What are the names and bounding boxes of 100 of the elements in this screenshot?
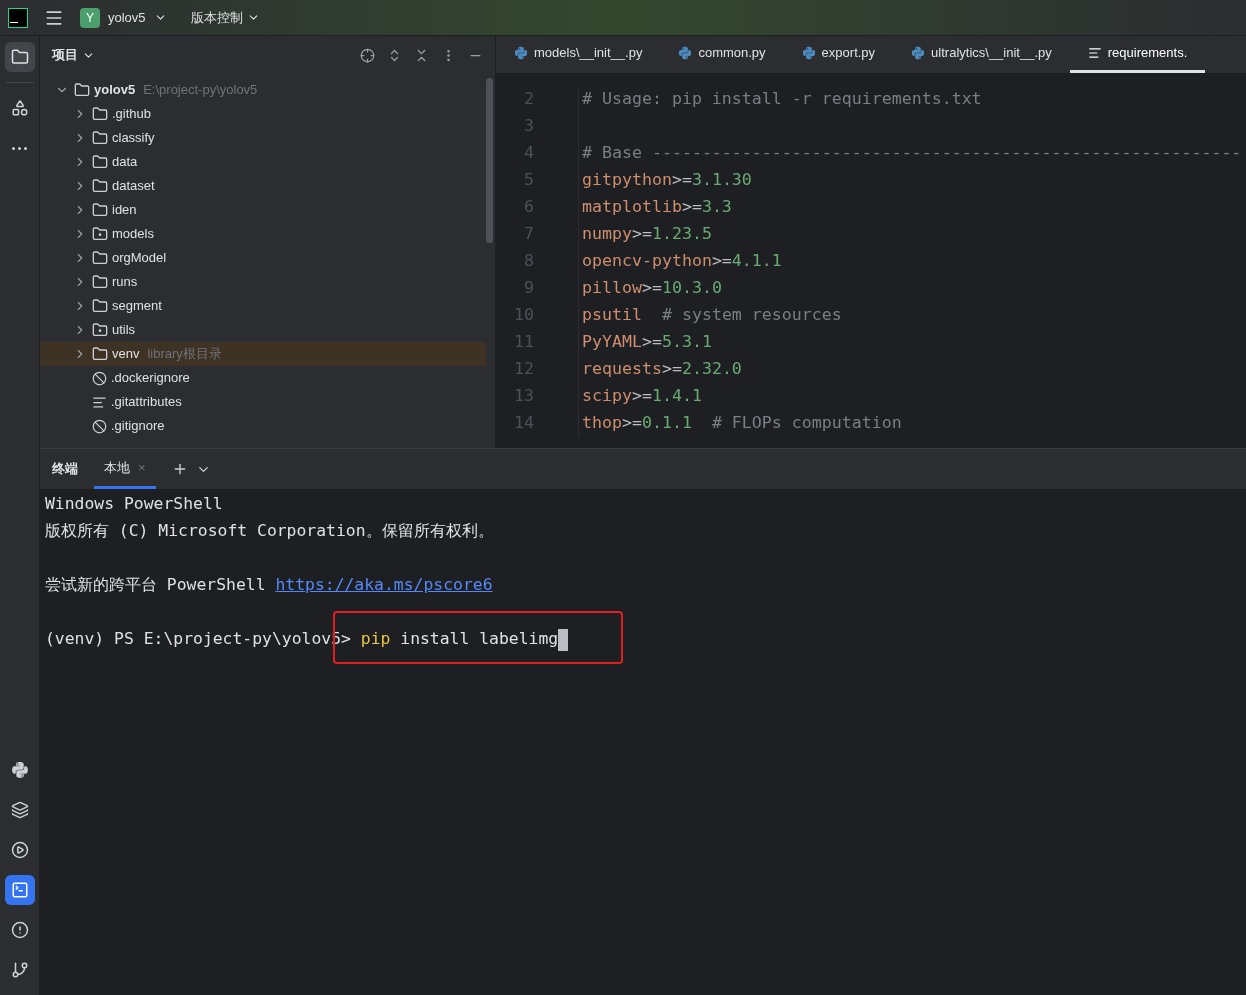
code-text: >= — [711, 251, 732, 271]
editor-tab[interactable]: ultralytics\__init__.py — [893, 36, 1070, 73]
more-icon — [12, 146, 27, 150]
editor-tab[interactable]: export.py — [783, 36, 894, 73]
file-name: runs — [112, 273, 138, 292]
ignore-file-icon — [92, 418, 107, 434]
folder-icon — [92, 250, 108, 266]
tree-row[interactable]: segment — [40, 294, 486, 318]
code-text: 10.3.0 — [661, 278, 722, 298]
text-file-icon — [1087, 46, 1102, 60]
file-name: yolov5 — [94, 81, 136, 100]
folder-icon — [92, 178, 108, 194]
code-text: pillow — [582, 278, 642, 298]
terminal-tab[interactable]: 本地 × — [94, 449, 156, 489]
code-text: opencv-python — [582, 251, 712, 271]
code-text: >= — [681, 197, 702, 217]
code-text: requests — [582, 359, 662, 379]
project-badge: Y — [80, 7, 100, 28]
path-hint: library根目录 — [147, 345, 222, 364]
file-name: models — [112, 225, 154, 244]
code-text: >= — [631, 386, 652, 406]
project-view-selector[interactable]: 项目 — [52, 45, 95, 65]
link[interactable]: https://aka.ms/pscore6 — [275, 573, 493, 598]
code-text: 3.3 — [701, 197, 732, 217]
terminal-text: pip — [360, 628, 391, 651]
tree-row[interactable]: iden — [40, 198, 486, 222]
terminal-text: install labelimg — [399, 628, 559, 651]
tool-window-button[interactable] — [4, 42, 35, 72]
terminal-text: Windows PowerShell — [45, 493, 223, 516]
code-text: # Usage: pip install -r requirements.txt — [582, 89, 982, 109]
code-text: numpy — [582, 224, 632, 244]
tree-row[interactable]: data — [40, 150, 486, 174]
code-text: matplotlib — [582, 197, 682, 217]
file-name: utils — [112, 321, 136, 340]
tool-window-button[interactable] — [4, 875, 35, 905]
vcs-menu[interactable]: 版本控制 — [190, 7, 260, 28]
tree-row[interactable]: .github — [40, 102, 486, 126]
code-text: >= — [661, 359, 682, 379]
package-folder-icon — [92, 322, 108, 338]
editor-tab[interactable]: requirements. — [1069, 36, 1206, 73]
code-text: gitpython — [582, 170, 672, 190]
tree-row[interactable]: yolov5 E:\project-py\yolov5 — [40, 78, 486, 102]
python-file-icon — [678, 46, 693, 60]
tree-row[interactable]: models — [40, 222, 486, 246]
code-text: scipy — [582, 386, 632, 406]
editor-tab[interactable]: models\__init__.py — [496, 36, 661, 73]
folder-icon — [92, 274, 108, 290]
project-name: yolov5 — [108, 8, 146, 27]
python-file-icon — [514, 46, 528, 60]
scrollbar-thumb[interactable] — [486, 78, 493, 243]
tree-row[interactable]: venv library根目录 — [40, 342, 486, 366]
code-text: psutil — [582, 305, 642, 325]
tree-row[interactable]: orgModel — [40, 246, 486, 270]
text-file-icon — [92, 394, 107, 410]
file-name: dataset — [112, 177, 155, 196]
editor-tab[interactable]: common.py — [660, 36, 784, 73]
locate-icon[interactable] — [360, 47, 375, 63]
code-text: # FLOPs computation — [710, 413, 902, 433]
layers-icon — [10, 801, 29, 819]
terminal-title: 终端 — [52, 460, 78, 479]
file-name: .gitignore — [111, 417, 165, 436]
tree-row[interactable]: .dockerignore — [40, 366, 486, 390]
tree-row[interactable]: classify — [40, 126, 486, 150]
python-icon — [10, 761, 29, 779]
branch-icon — [10, 961, 29, 979]
tree-row[interactable]: utils — [40, 318, 486, 342]
tree-row[interactable]: runs — [40, 270, 486, 294]
file-name: .github — [112, 105, 152, 124]
file-name: data — [112, 153, 138, 172]
code-text: 1.4.1 — [651, 386, 702, 406]
file-name: classify — [112, 129, 155, 148]
vcs-label: 版本控制 — [190, 8, 243, 27]
code-text: 4.1.1 — [731, 251, 782, 271]
folder-icon — [92, 202, 108, 218]
terminal-text: 版权所有 (C) Microsoft Corporation。保留所有权利。 — [45, 520, 494, 543]
file-name: .gitattributes — [111, 393, 182, 412]
code-text: 2.32.0 — [681, 359, 742, 379]
file-name: .dockerignore — [111, 369, 190, 388]
code-text: # system resources — [660, 305, 842, 325]
code-text: >= — [641, 332, 662, 352]
folder-icon — [92, 130, 108, 146]
python-file-icon — [911, 46, 926, 60]
play-icon — [10, 841, 29, 859]
terminal-icon — [10, 881, 29, 899]
code-text: >= — [621, 413, 642, 433]
tree-row[interactable]: .gitattributes — [40, 390, 486, 414]
file-name: venv — [112, 345, 140, 364]
file-name: segment — [112, 297, 162, 316]
code-text: PyYAML — [582, 332, 642, 352]
file-name: iden — [112, 201, 137, 220]
shapes-icon — [10, 99, 29, 117]
folder-icon — [92, 298, 108, 314]
code-text: # Base ----------------------------------------------------------- — [582, 143, 1242, 163]
folder-icon — [74, 82, 90, 98]
folder-icon — [92, 346, 108, 362]
code-text: 3.1.30 — [691, 170, 752, 190]
tree-row[interactable]: .gitignore — [40, 414, 486, 438]
package-folder-icon — [92, 226, 108, 242]
tree-row[interactable]: dataset — [40, 174, 486, 198]
project-selector[interactable]: Y yolov5 — [80, 7, 167, 28]
